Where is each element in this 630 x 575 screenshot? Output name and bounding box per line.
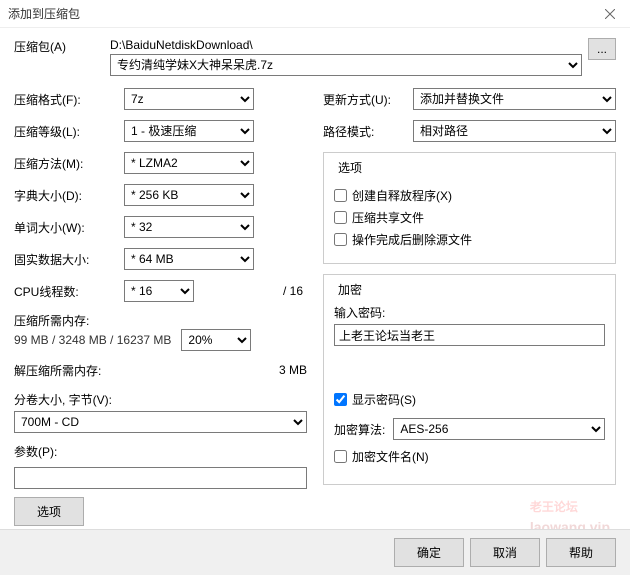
level-select[interactable]: 1 - 极速压缩 xyxy=(124,120,254,142)
showpwd-check-row[interactable]: 显示密码(S) xyxy=(334,391,605,408)
mem-decomp-value: 3 MB xyxy=(279,363,307,377)
close-icon[interactable] xyxy=(590,0,630,28)
split-label: 分卷大小, 字节(V): xyxy=(14,391,307,408)
solid-label: 固实数据大小: xyxy=(14,251,124,268)
format-select[interactable]: 7z xyxy=(124,88,254,110)
pathmode-select[interactable]: 相对路径 xyxy=(413,120,616,142)
algo-select[interactable]: AES-256 xyxy=(393,418,605,440)
browse-button[interactable]: ... xyxy=(588,38,616,60)
archive-path: D:\BaiduNetdiskDownload\ xyxy=(110,38,582,52)
options-button[interactable]: 选项 xyxy=(14,497,84,526)
sfx-label: 创建自释放程序(X) xyxy=(352,187,452,204)
cpu-select[interactable]: * 16 xyxy=(124,280,194,302)
archive-label: 压缩包(A) xyxy=(14,38,104,55)
update-label: 更新方式(U): xyxy=(323,91,413,108)
method-select[interactable]: * LZMA2 xyxy=(124,152,254,174)
window-title: 添加到压缩包 xyxy=(8,5,80,22)
mem-comp-label: 压缩所需内存: xyxy=(14,312,307,329)
mem-comp-value: 99 MB / 3248 MB / 16237 MB xyxy=(14,333,171,347)
showpwd-label: 显示密码(S) xyxy=(352,391,416,408)
method-label: 压缩方法(M): xyxy=(14,155,124,172)
sfx-check-row[interactable]: 创建自释放程序(X) xyxy=(334,187,605,204)
format-label: 压缩格式(F): xyxy=(14,91,124,108)
split-select[interactable]: 700M - CD xyxy=(14,411,307,433)
sfx-checkbox[interactable] xyxy=(334,189,347,202)
showpwd-checkbox[interactable] xyxy=(334,393,347,406)
cancel-button[interactable]: 取消 xyxy=(470,538,540,567)
encnames-checkbox[interactable] xyxy=(334,450,347,463)
dict-select[interactable]: * 256 KB xyxy=(124,184,254,206)
encnames-label: 加密文件名(N) xyxy=(352,448,429,465)
level-label: 压缩等级(L): xyxy=(14,123,124,140)
cpu-total: / 16 xyxy=(194,284,307,298)
mem-pct-select[interactable]: 20% xyxy=(181,329,251,351)
word-label: 单词大小(W): xyxy=(14,219,124,236)
params-input[interactable] xyxy=(14,467,307,489)
window-titlebar: 添加到压缩包 xyxy=(0,0,630,28)
ok-button[interactable]: 确定 xyxy=(394,538,464,567)
pwd-label: 输入密码: xyxy=(334,304,605,321)
help-button[interactable]: 帮助 xyxy=(546,538,616,567)
delete-label: 操作完成后删除源文件 xyxy=(352,231,472,248)
encrypt-group: 加密 输入密码: 显示密码(S) 加密算法: AES-256 加密文件名(N) xyxy=(323,274,616,485)
word-select[interactable]: * 32 xyxy=(124,216,254,238)
algo-label: 加密算法: xyxy=(334,421,385,438)
delete-checkbox[interactable] xyxy=(334,233,347,246)
dict-label: 字典大小(D): xyxy=(14,187,124,204)
button-bar: 确定 取消 帮助 xyxy=(0,529,630,575)
shared-check-row[interactable]: 压缩共享文件 xyxy=(334,209,605,226)
encrypt-legend: 加密 xyxy=(334,281,366,298)
shared-label: 压缩共享文件 xyxy=(352,209,424,226)
delete-check-row[interactable]: 操作完成后删除源文件 xyxy=(334,231,605,248)
encnames-check-row[interactable]: 加密文件名(N) xyxy=(334,448,605,465)
pathmode-label: 路径模式: xyxy=(323,123,413,140)
solid-select[interactable]: * 64 MB xyxy=(124,248,254,270)
update-select[interactable]: 添加并替换文件 xyxy=(413,88,616,110)
shared-checkbox[interactable] xyxy=(334,211,347,224)
password-input[interactable] xyxy=(334,324,605,346)
options-group: 选项 创建自释放程序(X) 压缩共享文件 操作完成后删除源文件 xyxy=(323,152,616,264)
options-legend: 选项 xyxy=(334,159,366,176)
params-label: 参数(P): xyxy=(14,443,307,460)
mem-decomp-label: 解压缩所需内存: xyxy=(14,362,279,379)
cpu-label: CPU线程数: xyxy=(14,283,124,300)
archive-name-combo[interactable]: 专约清纯学妹X大神呆呆虎.7z xyxy=(110,54,582,76)
